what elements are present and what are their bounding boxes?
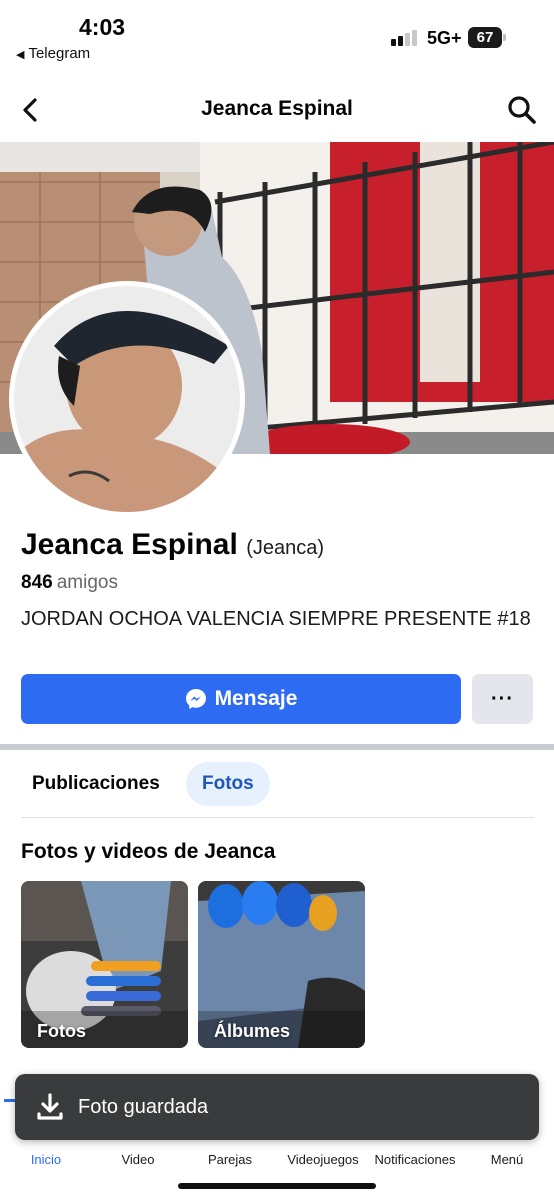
saved-toast: Foto guardada [15,1074,539,1140]
profile-header: Jeanca Espinal [0,85,554,135]
nav-item-menu[interactable]: Menú [457,1152,554,1167]
nav-item-notificaciones[interactable]: Notificaciones [365,1152,465,1167]
nav-item-video[interactable]: Video [88,1152,188,1167]
status-time: 4:03 [79,14,126,40]
nav-item-inicio[interactable]: Inicio [0,1152,96,1167]
home-indicator [178,1183,376,1189]
photos-tile[interactable]: Fotos [21,881,188,1048]
toast-text: Foto guardada [78,1095,209,1118]
back-app-label: Telegram [28,45,91,62]
friends-count[interactable]: 846 amigos [21,572,118,594]
tabs-divider [21,817,534,818]
profile-bio: JORDAN OCHOA VALENCIA SIEMPRE PRESENTE #… [21,608,531,630]
more-options-button[interactable]: ··· [472,674,533,724]
signal-icon [391,28,421,46]
message-button-label: Mensaje [214,687,298,710]
albums-tile-label: Álbumes [214,1021,291,1041]
battery-icon: 67 [468,27,506,48]
tab-publicaciones[interactable]: Publicaciones [16,762,176,806]
profile-avatar[interactable] [9,281,245,517]
photos-section-title: Fotos y videos de Jeanca [21,840,276,863]
message-button[interactable]: Mensaje [21,674,461,724]
profile-name: Jeanca Espinal [21,528,238,561]
status-bar: 4:03 ◀ Telegram 5G+ 67 [0,0,554,70]
nav-item-parejas[interactable]: Parejas [180,1152,280,1167]
friends-number: 846 [21,572,53,593]
back-triangle-icon: ◀ [16,49,25,61]
profile-name-line: Jeanca Espinal (Jeanca) [21,528,324,562]
tab-fotos[interactable]: Fotos [186,762,270,806]
profile-nickname: (Jeanca) [246,537,325,559]
back-to-app-link[interactable]: ◀ Telegram [16,45,90,62]
profile-tabs: Publicaciones Fotos [0,762,554,806]
albums-tile[interactable]: Álbumes [198,881,365,1048]
photos-tile-label: Fotos [37,1021,86,1041]
network-type: 5G+ [427,28,462,48]
search-icon[interactable] [506,94,538,126]
messenger-icon [185,688,207,710]
download-icon [37,1093,63,1121]
nav-item-videojuegos[interactable]: Videojuegos [273,1152,373,1167]
battery-level: 67 [476,29,494,46]
header-title: Jeanca Espinal [201,97,353,120]
section-divider [0,744,554,750]
friends-label: amigos [56,572,118,593]
